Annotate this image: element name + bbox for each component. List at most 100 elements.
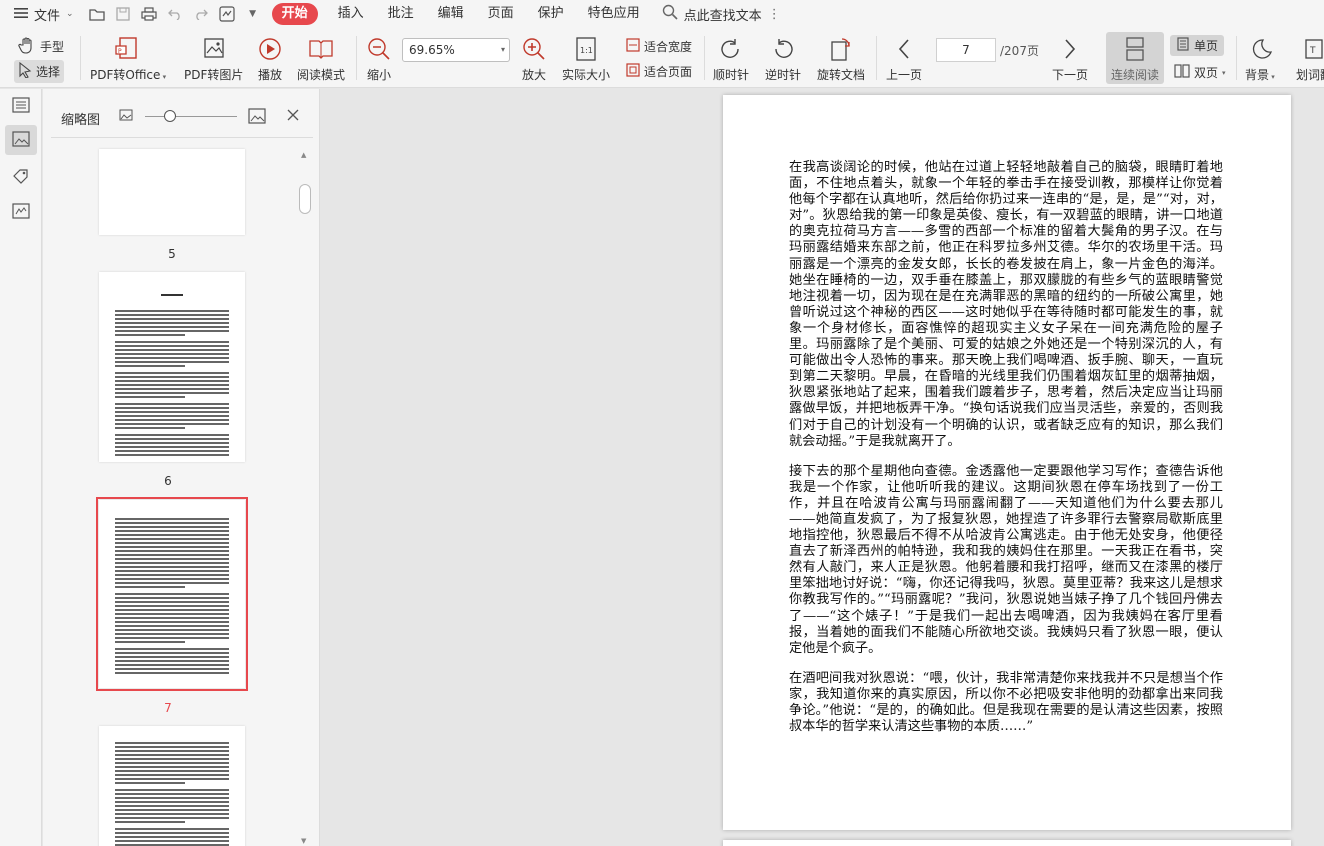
thumbnail-size-slider[interactable] [145,116,237,117]
thumbnail-panel: 缩略图 5 6 7 ▲ ▼ [43,89,320,846]
scroll-down-icon[interactable]: ▼ [301,837,306,845]
undo-icon[interactable] [166,5,184,23]
background-button[interactable]: 背景 ▾ [1245,34,1275,83]
fit-width-button[interactable]: 适合宽度 [626,38,692,55]
thumbnail-text-line [115,562,229,564]
outline-panel-button[interactable] [5,91,37,121]
small-image-icon[interactable] [119,109,133,124]
thumbnail-text-line [115,442,229,444]
zoom-in-button[interactable]: 放大 [521,34,547,83]
tab-page[interactable]: 页面 [476,3,526,25]
rotate-counterclockwise-button[interactable]: 逆时针 [765,34,801,83]
thumbnail-page-5[interactable] [99,149,245,235]
tab-insert[interactable]: 插入 [326,3,376,25]
large-image-icon[interactable] [248,108,266,127]
single-page-button[interactable]: 单页 [1170,35,1225,56]
pdf-to-image-button[interactable]: PDF转图片 [184,34,243,83]
page-number-input[interactable]: 7 [936,38,996,62]
print-icon[interactable] [140,5,158,23]
thumbnail-page-7[interactable] [96,497,248,691]
thumbnail-text-line [115,754,229,756]
divider [704,36,705,80]
tab-protect[interactable]: 保护 [526,3,576,25]
thumbnail-text-line [115,522,229,524]
scroll-up-icon[interactable]: ▲ [301,151,306,159]
zoom-level-select[interactable]: 69.65% ▾ [402,38,510,62]
thumbnail-text-line [115,766,229,768]
page-content: 在我高谈阔论的时候，他站在过道上轻轻地敲着自己的脑袋，眼睛盯着地面，不住地点着头… [789,160,1223,749]
thumbnail-panel-button[interactable] [5,125,37,155]
signature-icon[interactable] [218,5,236,23]
thumbnail-text-line [115,582,229,584]
next-page-button[interactable]: 下一页 [1052,34,1088,83]
fit-page-button[interactable]: 适合页面 [626,63,692,80]
thumbnail-text-line [115,574,229,576]
slider-handle[interactable] [164,110,176,122]
thumbnail-text-line [115,605,229,607]
thumbnail-page-number: 6 [164,474,172,488]
signature-panel-button[interactable] [5,197,37,227]
play-button[interactable]: 播放 [257,34,283,83]
actual-size-icon: 1:1 [574,34,598,64]
prev-page-button[interactable]: 上一页 [886,34,922,83]
redo-icon[interactable] [192,5,210,23]
tab-annotate[interactable]: 批注 [376,3,426,25]
thumbnail-text-line [115,554,229,556]
find-text-search[interactable]: 点此查找文本 ⋮ [662,4,781,24]
pdf-to-office-icon: P [115,34,141,64]
select-tool-button[interactable]: 选择 [14,60,65,83]
continuous-read-button[interactable]: 连续阅读 [1106,32,1164,84]
thumbnail-text-line [115,419,229,421]
tab-features[interactable]: 特色应用 [576,3,652,25]
thumbnail-text-line [115,617,229,619]
single-page-icon [1176,37,1190,54]
divider [80,36,81,80]
quick-access: ▼ [82,5,268,23]
thumbnail-text-line [115,438,229,440]
thumbnail-text-line [115,427,185,429]
save-icon[interactable] [114,5,132,23]
thumbnail-page-8[interactable] [99,726,245,846]
chevron-right-icon [1062,34,1078,64]
thumbnail-text-line [115,361,229,363]
close-icon[interactable] [286,108,300,125]
svg-text:P: P [118,48,122,55]
zoom-out-button[interactable]: 缩小 [366,34,392,83]
rotate-document-button[interactable]: 旋转文档 [817,34,865,83]
open-folder-icon[interactable] [88,5,106,23]
thumbnail-text-line [115,840,229,842]
read-mode-button[interactable]: 阅读模式 [297,34,345,83]
double-page-label: 双页 [1194,66,1219,80]
more-vertical-icon[interactable]: ⋮ [768,7,781,22]
thumbnail-scrollbar[interactable]: ▲ ▼ [299,151,311,846]
more-dropdown-icon[interactable]: ▼ [244,5,262,23]
pdf-to-office-button[interactable]: P PDF转Office ▾ [90,34,166,83]
bookmark-panel-button[interactable] [5,162,37,192]
hand-tool-button[interactable]: 手型 [18,36,64,57]
divider [1236,36,1237,80]
file-menu-label: 文件 [34,8,61,24]
thumbnail-text-line [115,546,229,548]
zoom-level-value: 69.65% [409,43,455,57]
thumbnail-text-line [115,322,229,324]
thumbnail-text-line [115,750,229,752]
thumbnail-text-line [115,770,229,772]
file-menu[interactable]: 文件 ⌄ [0,0,82,28]
tab-edit[interactable]: 编辑 [426,3,476,25]
thumbnail-text-line [115,609,229,611]
document-view[interactable]: 在我高谈阔论的时候，他站在过道上轻轻地敲着自己的脑袋，眼睛盯着地面，不住地点着头… [321,89,1324,846]
tab-start[interactable]: 开始 [271,3,318,25]
thumbnail-text-line [115,813,229,815]
thumbnail-text-line [115,613,229,615]
thumbnail-text-line [115,821,185,823]
scrollbar-thumb[interactable] [299,184,311,214]
thumbnail-page-6[interactable] [99,272,245,462]
actual-size-button[interactable]: 1:1 实际大小 [562,34,610,83]
double-page-button[interactable]: 双页 ▾ [1174,64,1226,81]
thumbnail-text-line [115,593,229,595]
rotate-clockwise-button[interactable]: 顺时针 [713,34,749,83]
word-translate-button[interactable]: T 划词翻 [1296,34,1324,83]
thumbnail-text-line [115,380,229,382]
thumbnail-text-line [115,454,229,456]
svg-text:T: T [1309,46,1316,56]
